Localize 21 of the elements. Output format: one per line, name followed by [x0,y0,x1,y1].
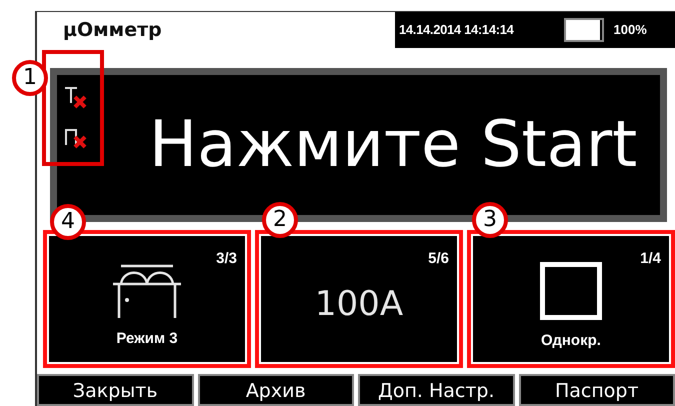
footer-button[interactable]: Доп. Настр. [358,374,514,406]
setting-tile[interactable]: 5/6 100A [255,230,463,368]
waveform-icon [111,264,183,318]
app-title: μОмметр [63,18,162,43]
prompt-message: Нажмите Start [149,113,638,177]
footer-button[interactable]: Архив [198,374,354,406]
setting-tile[interactable]: 1/4 Однокр. [467,230,675,368]
tile-label: Однокр. [541,330,601,351]
counter: 1/4 [640,249,661,269]
current-value: 100A [314,282,404,326]
tile-label: Режим 3 [116,328,178,349]
footer-button[interactable]: Паспорт [518,374,675,406]
battery-icon [564,18,604,42]
callout-marker: 1 [12,60,48,96]
setting-tile[interactable]: 3/3 Режим 3 [43,230,251,368]
date-time: 14.14.2014 14:14:14 [399,21,514,40]
counter: 3/3 [216,249,237,269]
counter: 5/6 [428,249,449,269]
footer-button[interactable]: Закрыть [37,374,194,406]
square-icon [540,262,602,320]
battery-reading: 100% [614,21,647,40]
